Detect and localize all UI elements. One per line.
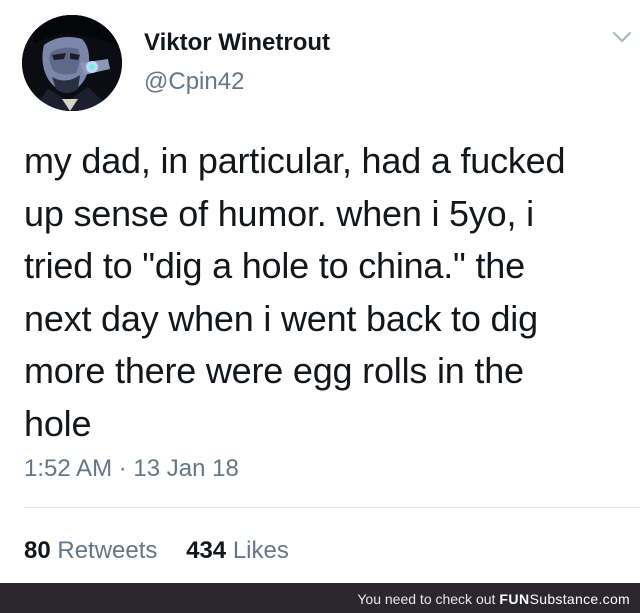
divider [24,507,640,508]
tweet-stats: 80 Retweets 434 Likes [24,537,311,565]
watermark-brand-light: Substance [529,591,599,607]
likes-count: 434 [186,537,227,564]
likes-label: Likes [232,537,289,564]
retweets-count: 80 [24,537,51,564]
tweet-card: Viktor Winetrout @Cpin42 my dad, in part… [0,0,640,583]
watermark-footer: You need to check out FUNSubstance.com [0,583,640,613]
chevron-down-icon[interactable] [612,30,632,44]
tweet-timestamp[interactable]: 1:52 AM · 13 Jan 18 [24,455,239,483]
watermark-text[interactable]: You need to check out FUNSubstance.com [357,591,630,607]
watermark-suffix: .com [598,591,630,607]
watermark-brand-bold: FUN [499,591,530,607]
avatar[interactable] [22,15,122,111]
user-handle[interactable]: @Cpin42 [144,68,244,96]
watermark-prefix: You need to check out [357,591,500,607]
tweet-text: my dad, in particular, had a fucked up s… [24,140,566,444]
retweets-stat[interactable]: 80 Retweets [24,537,157,565]
avatar-illustration-icon [22,15,122,111]
retweets-label: Retweets [57,537,158,564]
likes-stat[interactable]: 434 Likes [186,537,289,565]
display-name[interactable]: Viktor Winetrout [144,29,330,57]
